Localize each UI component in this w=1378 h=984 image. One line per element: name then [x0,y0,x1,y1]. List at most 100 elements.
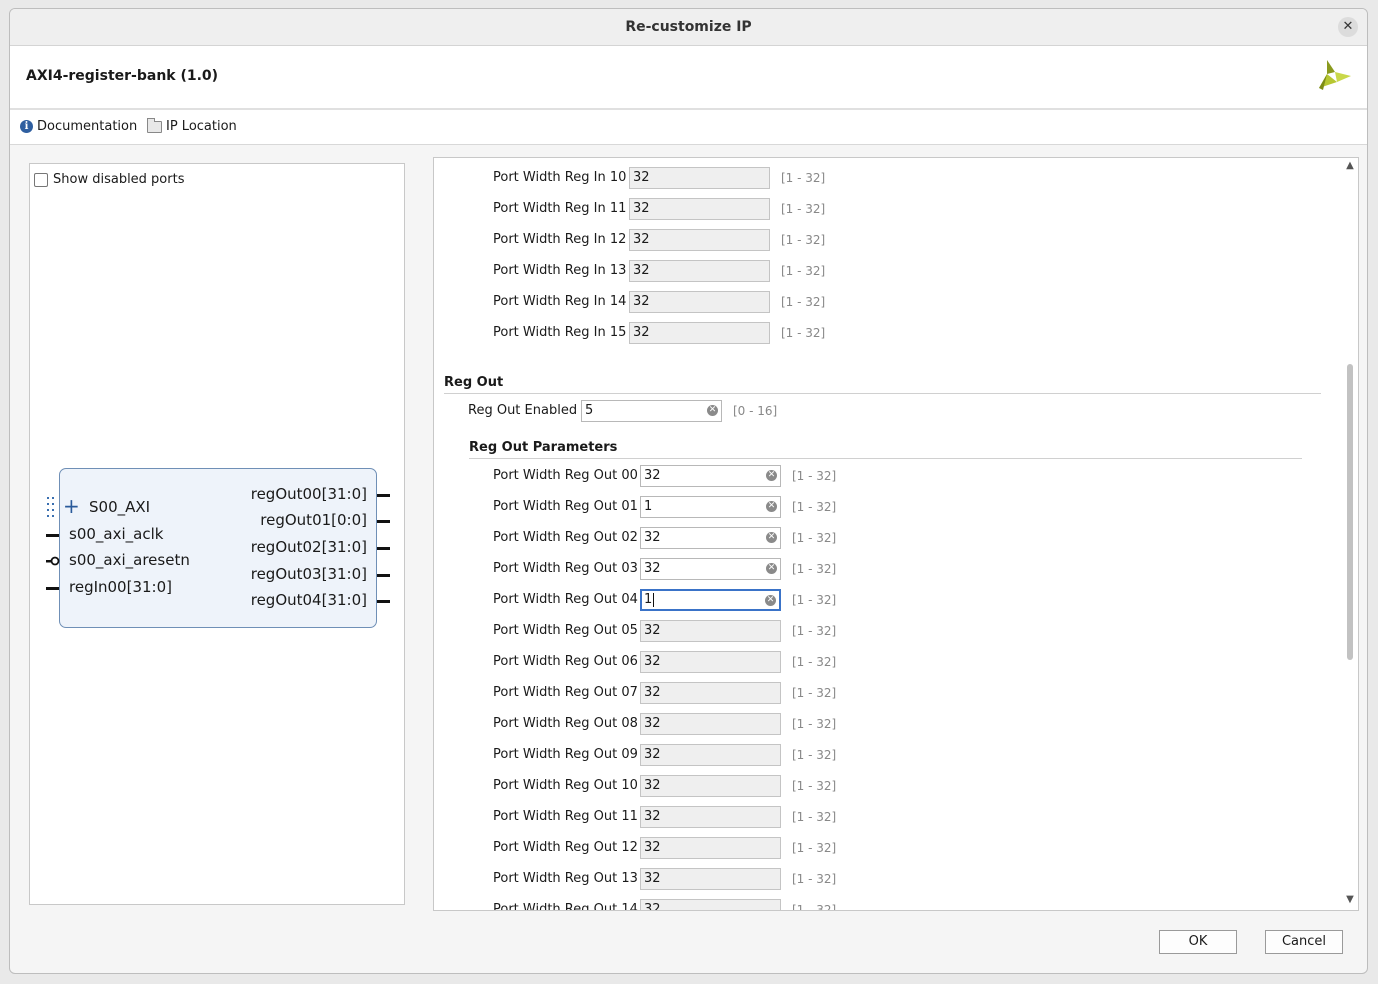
reg-out-width-input[interactable]: 32 ✕ [640,465,781,487]
clear-field-icon[interactable]: ✕ [766,501,777,512]
reg-out-width-range: [1 - 32] [792,903,837,911]
reg-in-width-label: Port Width Reg In 13 [493,263,627,278]
reg-out-width-label: Port Width Reg Out 14 [493,902,638,911]
reg-out-width-range: [1 - 32] [792,686,837,700]
reg-out-enabled-input[interactable]: 5 ✕ [581,400,722,422]
reg-out-section-title: Reg Out [444,375,504,390]
reg-out-width-range: [1 - 32] [792,624,837,638]
port-s00-axi: S00_AXI [89,498,151,516]
reg-in-width-label: Port Width Reg In 15 [493,325,627,340]
parameter-panel: Port Width Reg In 10 32 [1 - 32] Port Width… [433,157,1359,911]
ip-location-link[interactable]: IP Location [147,117,237,134]
active-low-pin-icon [46,556,60,566]
reg-out-enabled-value: 5 [585,403,594,418]
scroll-up-icon[interactable]: ▲ [1344,160,1356,171]
reg-out-width-label: Port Width Reg Out 02 [493,530,638,545]
port-s00-axi-aclk: s00_axi_aclk [69,525,164,543]
show-disabled-ports-label: Show disabled ports [53,172,185,187]
reg-in-width-range: [1 - 32] [781,233,826,247]
port-regout00: regOut00[31:0] [250,485,367,503]
reg-out-width-input[interactable]: 32 ✕ [640,558,781,580]
reg-out-width-label: Port Width Reg Out 12 [493,840,638,855]
ip-location-label: IP Location [166,119,237,134]
port-regout04: regOut04[31:0] [250,591,367,609]
reg-out-width-input: 32 [640,837,781,859]
close-icon[interactable]: ✕ [1338,17,1358,37]
port-regin00: regIn00[31:0] [69,578,172,596]
reg-out-width-value: 32 [644,716,661,731]
clear-field-icon[interactable]: ✕ [765,595,776,606]
documentation-link[interactable]: i Documentation [20,119,137,134]
reg-in-width-field: 32 [629,229,770,251]
reg-out-width-value: 32 [644,685,661,700]
reg-out-width-value: 32 [644,902,661,911]
port-regout02: regOut02[31:0] [250,538,367,556]
reg-out-width-label: Port Width Reg Out 00 [493,468,638,483]
pin-s00-axi-aclk [46,534,59,537]
vertical-scrollbar[interactable]: ▲ ▼ [1344,160,1356,908]
reg-in-width-label: Port Width Reg In 14 [493,294,627,309]
bus-interface-icon [47,497,54,517]
reg-out-width-value: 32 [644,654,661,669]
clear-field-icon[interactable]: ✕ [766,532,777,543]
reg-in-width-range: [1 - 32] [781,171,826,185]
scroll-thumb[interactable] [1347,364,1353,660]
clear-field-icon[interactable]: ✕ [707,405,718,416]
reg-out-width-input[interactable]: 1 ✕ [640,589,781,611]
reg-out-width-input: 32 [640,620,781,642]
reg-out-width-range: [1 - 32] [792,841,837,855]
reg-in-width-range: [1 - 32] [781,295,826,309]
reg-out-width-input: 32 [640,651,781,673]
reg-in-width-field: 32 [629,322,770,344]
reg-out-width-label: Port Width Reg Out 09 [493,747,638,762]
reg-out-width-range: [1 - 32] [792,810,837,824]
reg-in-width-field: 32 [629,198,770,220]
ip-header: AXI4-register-bank (1.0) [10,46,1367,110]
pin-regin00 [46,587,59,590]
ip-symbol-panel: Show disabled ports + S00_AXI s00_axi_ac… [29,163,405,905]
pin-regout04 [377,600,390,603]
clear-field-icon[interactable]: ✕ [766,563,777,574]
xilinx-logo-icon [1319,60,1351,90]
scroll-down-icon[interactable]: ▼ [1344,894,1356,905]
pin-regout03 [377,574,390,577]
reg-in-width-range: [1 - 32] [781,326,826,340]
reg-in-width-value: 32 [633,294,650,309]
reg-out-width-range: [1 - 32] [792,531,837,545]
reg-out-width-range: [1 - 32] [792,562,837,576]
ok-button[interactable]: OK [1159,930,1237,954]
cancel-button[interactable]: Cancel [1265,930,1343,954]
reg-out-width-value: 32 [644,809,661,824]
reg-in-width-field: 32 [629,167,770,189]
reg-out-width-value: 32 [644,623,661,638]
reg-out-width-value: 32 [644,561,661,576]
ip-name: AXI4-register-bank (1.0) [26,68,219,84]
reg-out-width-value: 32 [644,871,661,886]
reg-in-width-field: 32 [629,260,770,282]
reg-out-width-input: 32 [640,682,781,704]
expand-icon[interactable]: + [63,496,80,516]
port-s00-axi-aresetn: s00_axi_aresetn [69,551,190,569]
reg-out-width-value: 32 [644,530,661,545]
ip-symbol-block[interactable]: + S00_AXI s00_axi_aclk s00_axi_aresetn r… [46,468,390,628]
reg-out-width-label: Port Width Reg Out 03 [493,561,638,576]
reg-out-width-label: Port Width Reg Out 05 [493,623,638,638]
reg-out-width-input[interactable]: 1 ✕ [640,496,781,518]
show-disabled-ports-toggle[interactable]: Show disabled ports [34,172,184,187]
port-regout01: regOut01[0:0] [260,511,367,529]
reg-out-width-label: Port Width Reg Out 08 [493,716,638,731]
reg-out-width-label: Port Width Reg Out 04 [493,592,638,607]
reg-out-width-input: 32 [640,744,781,766]
reg-out-width-input: 32 [640,868,781,890]
show-disabled-ports-checkbox[interactable] [34,172,48,187]
reg-out-width-value: 32 [644,840,661,855]
reg-out-width-label: Port Width Reg Out 13 [493,871,638,886]
reg-out-width-value: 32 [644,468,661,483]
reg-out-width-range: [1 - 32] [792,469,837,483]
clear-field-icon[interactable]: ✕ [766,470,777,481]
reg-out-width-label: Port Width Reg Out 06 [493,654,638,669]
documentation-label: Documentation [37,119,138,134]
reg-out-enabled-label: Reg Out Enabled [468,403,578,418]
reg-out-params-title: Reg Out Parameters [469,440,618,455]
reg-out-width-input[interactable]: 32 ✕ [640,527,781,549]
